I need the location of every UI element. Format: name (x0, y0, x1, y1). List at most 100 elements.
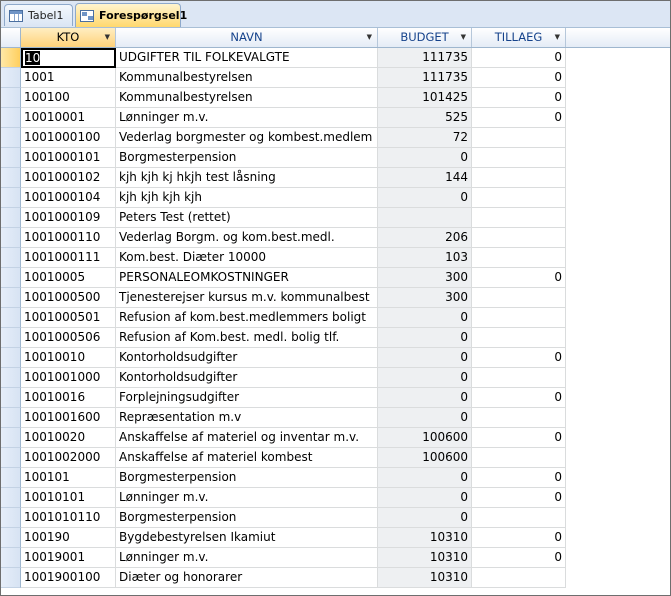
column-header-kto[interactable]: KTO ▼ (21, 28, 116, 47)
record-selector[interactable] (1, 348, 21, 368)
kto-cell[interactable]: 100100 (21, 88, 116, 108)
tillaeg-cell[interactable] (472, 448, 566, 468)
budget-cell[interactable]: 0 (378, 308, 472, 328)
tillaeg-cell[interactable]: 0 (472, 108, 566, 128)
kto-cell[interactable]: 1001010110 (21, 508, 116, 528)
table-row[interactable]: 100101 Borgmesterpension 0 0 (1, 468, 670, 488)
budget-cell[interactable]: 144 (378, 168, 472, 188)
tillaeg-cell[interactable] (472, 368, 566, 388)
navn-cell[interactable]: Tjenesterejser kursus m.v. kommunalbest (116, 288, 378, 308)
kto-cell[interactable]: 10010016 (21, 388, 116, 408)
tillaeg-cell[interactable] (472, 208, 566, 228)
table-row[interactable]: 10010020 Anskaffelse af materiel og inven… (1, 428, 670, 448)
budget-cell[interactable]: 300 (378, 268, 472, 288)
table-row[interactable]: 10010005 PERSONALEOMKOSTNINGER 300 0 (1, 268, 670, 288)
tillaeg-cell[interactable] (472, 288, 566, 308)
kto-cell[interactable]: 10019001 (21, 548, 116, 568)
kto-cell[interactable]: 1001000102 (21, 168, 116, 188)
budget-cell[interactable]: 0 (378, 488, 472, 508)
tillaeg-cell[interactable]: 0 (472, 428, 566, 448)
budget-cell[interactable]: 525 (378, 108, 472, 128)
navn-cell[interactable]: Borgmesterpension (116, 148, 378, 168)
table-row[interactable]: 1001000100 Vederlag borgmester og kombest… (1, 128, 670, 148)
budget-cell[interactable]: 0 (378, 508, 472, 528)
tillaeg-cell[interactable]: 0 (472, 88, 566, 108)
table-row[interactable]: 10010016 Forplejningsudgifter 0 0 (1, 388, 670, 408)
filter-dropdown-icon[interactable]: ▼ (461, 28, 466, 47)
record-selector[interactable] (1, 428, 21, 448)
record-selector[interactable] (1, 548, 21, 568)
budget-cell[interactable]: 0 (378, 468, 472, 488)
kto-cell[interactable]: 10010001 (21, 108, 116, 128)
table-row[interactable]: 100190 Bygdebestyrelsen Ikamiut 10310 0 (1, 528, 670, 548)
record-selector[interactable] (1, 308, 21, 328)
record-selector[interactable] (1, 408, 21, 428)
navn-cell[interactable]: Kontorholdsudgifter (116, 368, 378, 388)
record-selector[interactable] (1, 248, 21, 268)
navn-cell[interactable]: Repræsentation m.v (116, 408, 378, 428)
navn-cell[interactable]: Forplejningsudgifter (116, 388, 378, 408)
budget-cell[interactable]: 111735 (378, 48, 472, 68)
table-row[interactable]: 1001000102 kjh kjh kj hkjh test låsning 14… (1, 168, 670, 188)
tillaeg-cell[interactable]: 0 (472, 268, 566, 288)
budget-cell[interactable]: 10310 (378, 568, 472, 588)
tillaeg-cell[interactable]: 0 (472, 528, 566, 548)
budget-cell[interactable]: 300 (378, 288, 472, 308)
kto-cell[interactable]: 1001001600 (21, 408, 116, 428)
table-row[interactable]: 1001000500 Tjenesterejser kursus m.v. kom… (1, 288, 670, 308)
table-row[interactable]: 1001001000 Kontorholdsudgifter 0 (1, 368, 670, 388)
navn-cell[interactable]: Vederlag Borgm. og kom.best.medl. (116, 228, 378, 248)
kto-cell[interactable]: 1001000104 (21, 188, 116, 208)
record-selector[interactable] (1, 268, 21, 288)
record-selector[interactable] (1, 288, 21, 308)
table-row[interactable]: 1001000109 Peters Test (rettet) (1, 208, 670, 228)
budget-cell[interactable]: 111735 (378, 68, 472, 88)
record-selector[interactable] (1, 468, 21, 488)
tillaeg-cell[interactable]: 0 (472, 488, 566, 508)
kto-cell[interactable]: 1001000111 (21, 248, 116, 268)
kto-cell[interactable]: 1001000100 (21, 128, 116, 148)
kto-cell[interactable]: 1001001000 (21, 368, 116, 388)
record-selector[interactable] (1, 148, 21, 168)
column-header-budget[interactable]: BUDGET ▼ (378, 28, 472, 47)
budget-cell[interactable]: 0 (378, 388, 472, 408)
tillaeg-cell[interactable] (472, 508, 566, 528)
navn-cell[interactable]: UDGIFTER TIL FOLKEVALGTE (116, 48, 378, 68)
record-selector[interactable] (1, 208, 21, 228)
tillaeg-cell[interactable]: 0 (472, 468, 566, 488)
budget-cell[interactable]: 0 (378, 348, 472, 368)
navn-cell[interactable]: Lønninger m.v. (116, 488, 378, 508)
kto-cell[interactable]: 1001900100 (21, 568, 116, 588)
column-header-navn[interactable]: NAVN ▼ (116, 28, 378, 47)
tillaeg-cell[interactable] (472, 568, 566, 588)
tillaeg-cell[interactable]: 0 (472, 48, 566, 68)
record-selector[interactable] (1, 568, 21, 588)
record-selector[interactable] (1, 368, 21, 388)
table-row[interactable]: 10010010 Kontorholdsudgifter 0 0 (1, 348, 670, 368)
tillaeg-cell[interactable] (472, 188, 566, 208)
record-selector[interactable] (1, 228, 21, 248)
budget-cell[interactable]: 10310 (378, 548, 472, 568)
navn-cell[interactable]: kjh kjh kjh kjh (116, 188, 378, 208)
navn-cell[interactable]: Lønninger m.v. (116, 548, 378, 568)
kto-cell[interactable]: 10010005 (21, 268, 116, 288)
navn-cell[interactable]: Anskaffelse af materiel og inventar m.v. (116, 428, 378, 448)
budget-cell[interactable]: 206 (378, 228, 472, 248)
kto-cell[interactable]: 100101 (21, 468, 116, 488)
navn-cell[interactable]: Kom.best. Diæter 10000 (116, 248, 378, 268)
record-selector[interactable] (1, 508, 21, 528)
tillaeg-cell[interactable] (472, 308, 566, 328)
tab-tabel1[interactable]: Tabel1 (4, 4, 73, 26)
table-row[interactable]: 1001010110 Borgmesterpension 0 (1, 508, 670, 528)
tillaeg-cell[interactable] (472, 128, 566, 148)
tillaeg-cell[interactable] (472, 248, 566, 268)
table-row[interactable]: 1001000506 Refusion af Kom.best. medl. bo… (1, 328, 670, 348)
table-row[interactable]: 100100 Kommunalbestyrelsen 101425 0 (1, 88, 670, 108)
record-selector[interactable] (1, 328, 21, 348)
kto-cell[interactable]: 10010010 (21, 348, 116, 368)
record-selector[interactable] (1, 68, 21, 88)
filter-dropdown-icon[interactable]: ▼ (367, 28, 372, 47)
kto-cell[interactable]: 10 (21, 48, 116, 68)
navn-cell[interactable]: Anskaffelse af materiel kombest (116, 448, 378, 468)
kto-cell[interactable]: 1001000110 (21, 228, 116, 248)
